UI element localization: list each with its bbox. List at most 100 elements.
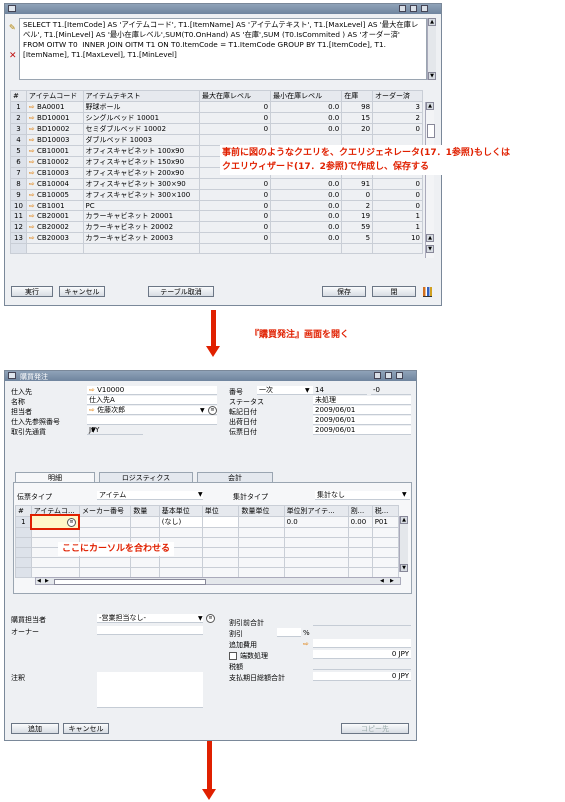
cell[interactable] [283,537,349,548]
delete-x-icon[interactable]: ✕ [9,51,17,61]
cursor-highlight-box[interactable]: ≡ [30,514,80,530]
cell[interactable] [15,547,32,558]
list-lookup-icon[interactable]: ≡ [67,518,76,527]
column-header[interactable]: 基本単位 [158,505,203,517]
field-value[interactable]: ⇨ 佐藤次郎 [87,406,217,415]
cell[interactable] [30,557,80,568]
cell[interactable] [371,567,400,578]
cell[interactable] [371,537,400,548]
table-row[interactable]: 10 ⇨ CB1001 PC 0 0.0 2 0 [10,200,423,211]
cell[interactable] [15,557,32,568]
table-row[interactable] [15,567,400,578]
cell[interactable] [130,567,160,578]
link-arrow-icon[interactable]: ⇨ [29,212,37,220]
add-button[interactable]: 追加 [11,723,59,734]
scroll-down-icon[interactable]: ▼ [426,245,434,253]
cell[interactable] [347,547,373,558]
list-lookup-icon[interactable]: ≡ [206,614,215,623]
cell[interactable] [201,567,240,578]
column-header[interactable]: 在庫 [341,90,374,102]
table-row[interactable]: 1 ⇨ BA0001 野球ボール 0 0.0 98 3 [10,101,423,113]
link-arrow-icon[interactable]: ⇨ [29,169,37,177]
item-code-cell[interactable]: ⇨ CB1001 [25,200,84,211]
chevron-down-icon[interactable]: ▼ [305,387,310,394]
cell[interactable] [201,527,240,538]
link-arrow-icon[interactable]: ⇨ [303,640,309,648]
table-row[interactable]: 3 ⇨ BD10002 セミダブルベッド 10002 0 0.0 20 0 [10,123,423,135]
column-header[interactable]: アイテムテキスト [82,90,200,102]
scroll-up-icon[interactable]: ▲ [428,18,436,26]
field-value[interactable] [313,639,411,648]
scroll-left-icon[interactable]: ◀ [37,578,41,584]
item-code-cell[interactable]: ⇨ CB20001 [25,210,84,222]
item-code-cell[interactable]: ⇨ CB10002 [25,156,84,168]
cell[interactable] [283,527,349,538]
cell[interactable] [371,547,400,558]
cell[interactable] [238,516,285,528]
cell[interactable] [78,567,132,578]
table-cancel-button[interactable]: テーブル取消 [148,286,214,297]
cancel-button[interactable]: キャンセル [59,286,105,297]
cell[interactable] [30,567,80,578]
doc-type-select[interactable]: アイテム [97,491,203,500]
field-value[interactable]: -営業担当なし- [97,614,203,623]
sql-text-area[interactable]: SELECT T1.[ItemCode] AS 'アイテムコード', T1.[I… [19,18,427,80]
column-header[interactable]: オーダー済 [372,90,423,102]
cell[interactable] [130,516,160,528]
cell[interactable]: (なし) [158,516,203,528]
item-code-cell[interactable]: ⇨ BD10001 [25,112,84,124]
table-row[interactable]: 11 ⇨ CB20001 カラーキャビネット 20001 0 0.0 19 1 [10,210,423,222]
link-arrow-icon[interactable]: ⇨ [29,180,37,188]
cell[interactable] [201,516,240,528]
link-arrow-icon[interactable]: ⇨ [29,158,37,166]
item-code-cell[interactable]: ⇨ CB20002 [25,221,84,233]
scroll-right-icon[interactable]: ▶ [390,578,394,584]
scroll-thumb[interactable] [427,124,435,138]
cell[interactable] [201,537,240,548]
lines-scrollbar[interactable]: ▲ ▼ [399,516,408,572]
column-header[interactable]: # [10,90,27,102]
scroll-down-icon[interactable]: ▼ [400,564,408,572]
item-code-cell[interactable]: ⇨ CB20003 [25,232,84,244]
column-header[interactable]: 割... [347,505,373,517]
link-arrow-icon[interactable]: ⇨ [29,136,37,144]
column-header[interactable]: 数量単位 [238,505,285,517]
cancel-button[interactable]: キャンセル [63,723,109,734]
maximize-button[interactable] [410,5,417,12]
cell[interactable] [283,547,349,558]
field-value[interactable] [97,672,203,708]
cell[interactable] [158,567,203,578]
minimize-button[interactable] [374,372,381,379]
cell[interactable] [238,527,285,538]
column-header[interactable]: 税... [371,505,400,517]
cell[interactable] [238,547,285,558]
link-arrow-icon[interactable]: ⇨ [29,202,37,210]
cell[interactable] [158,527,203,538]
summary-type-select[interactable]: 集計なし [315,491,410,500]
cell[interactable] [78,557,132,568]
field-value[interactable] [277,628,301,637]
item-code-cell[interactable]: ⇨ CB10001 [25,145,84,157]
cell[interactable] [238,557,285,568]
cell[interactable] [130,557,160,568]
cell[interactable]: 0.0 [283,516,349,528]
cell[interactable] [78,527,132,538]
chevron-down-icon[interactable]: ▼ [91,427,96,434]
edit-pencil-icon[interactable]: ✎ [9,23,16,32]
tab-details[interactable]: 明細 [15,472,95,482]
item-code-cell[interactable]: ⇨ CB10005 [25,189,84,201]
chevron-down-icon[interactable]: ▼ [200,407,205,414]
link-arrow-icon[interactable]: ⇨ [29,223,37,231]
column-header[interactable]: 単位別アイテ... [283,505,349,517]
chevron-down-icon[interactable]: ▼ [198,615,203,622]
link-arrow-icon[interactable]: ⇨ [29,147,37,155]
table-row[interactable]: 4 ⇨ BD10003 ダブルベッド 10003 [10,134,423,146]
cell[interactable] [130,527,160,538]
result-scrollbar[interactable]: ▲ ▲ ▼ [425,102,435,258]
sql-scrollbar[interactable]: ▲ ▼ [427,18,436,80]
cell[interactable]: P01 [371,516,400,528]
cell[interactable] [371,527,400,538]
cell[interactable] [347,537,373,548]
column-header[interactable]: # [15,505,32,517]
link-arrow-icon[interactable]: ⇨ [89,406,97,414]
